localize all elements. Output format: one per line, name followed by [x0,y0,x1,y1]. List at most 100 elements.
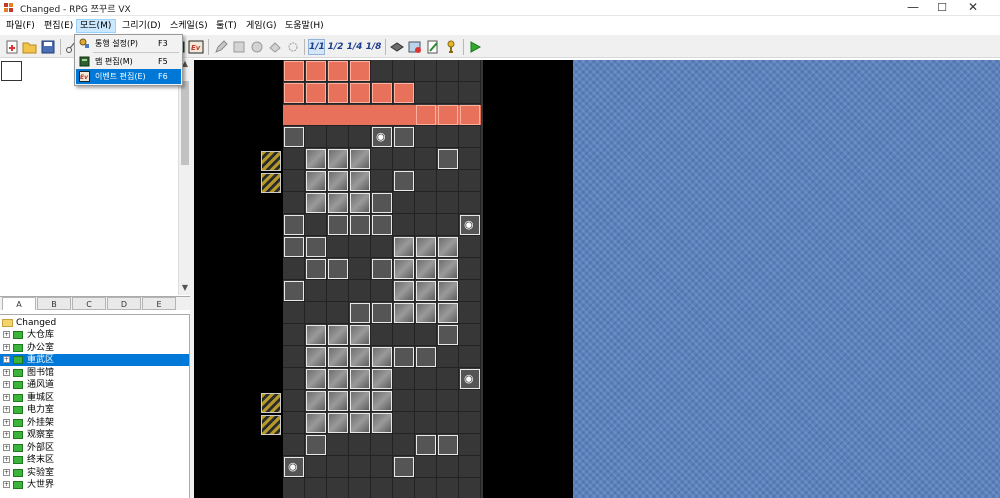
map-tile[interactable] [459,390,481,412]
map-event[interactable] [350,347,370,367]
map-tile[interactable] [393,214,415,236]
map-event[interactable] [306,83,326,103]
map-tile[interactable] [349,434,371,456]
map-tile[interactable] [415,412,437,434]
tree-item-selected[interactable]: + 重武区 [0,354,189,366]
map-event[interactable] [394,83,414,103]
map-event[interactable] [438,325,458,345]
map-event[interactable] [372,303,392,323]
map-event[interactable] [438,259,458,279]
map-tile[interactable] [305,126,327,148]
expand-icon[interactable]: + [3,393,10,401]
map-tile[interactable] [349,456,371,478]
map-event[interactable] [416,105,436,125]
map-event[interactable] [306,259,326,279]
menu-edit[interactable]: 편집(E) [41,19,76,33]
map-tile[interactable] [327,126,349,148]
map-tile[interactable] [437,456,459,478]
expand-icon[interactable]: + [3,381,10,388]
menu-item-passage[interactable]: 통행 설정(P) F3 [76,36,181,51]
map-event[interactable] [328,391,348,411]
map-event-marker[interactable] [261,415,281,435]
tileset-scrollbar[interactable]: ▲ ▼ [178,59,190,295]
map-tile[interactable] [459,170,481,192]
menu-draw[interactable]: 그리기(D) [119,19,164,33]
map-tile[interactable] [459,148,481,170]
map-tile[interactable] [459,192,481,214]
map-tile[interactable] [283,390,305,412]
map-event[interactable] [328,149,348,169]
map-tile[interactable] [393,368,415,390]
tab-b[interactable]: B [37,297,71,310]
map-event[interactable] [350,193,370,213]
map-tile[interactable] [459,434,481,456]
map-tile[interactable] [371,324,393,346]
pencil-icon[interactable] [213,39,229,55]
map-tile[interactable] [459,258,481,280]
map-event[interactable] [328,347,348,367]
map-event[interactable] [438,303,458,323]
map-tile[interactable] [393,412,415,434]
map-event[interactable] [306,347,326,367]
menu-scale[interactable]: 스케일(S) [167,19,211,33]
map-tile[interactable] [327,478,349,498]
map-tile[interactable] [305,214,327,236]
map-tile[interactable] [415,192,437,214]
map-event[interactable] [438,105,458,125]
minimize-button[interactable]: — [898,0,928,16]
map-tile[interactable] [415,368,437,390]
map-event[interactable] [394,281,414,301]
map-tile[interactable] [305,478,327,498]
menu-item-event-edit[interactable]: Ev 이벤트 편집(E) F6 [76,69,181,84]
map-event[interactable] [416,347,436,367]
map-event[interactable] [438,435,458,455]
expand-icon[interactable]: + [3,356,10,363]
map-event[interactable] [460,369,480,389]
map-tile[interactable] [415,324,437,346]
map-event[interactable] [438,149,458,169]
map-tile[interactable] [415,456,437,478]
map-tile[interactable] [459,60,481,82]
tree-item[interactable]: + 办公室 [0,342,189,354]
expand-icon[interactable]: + [3,481,10,488]
map-event[interactable] [416,435,436,455]
map-event[interactable] [284,215,304,235]
map-tile[interactable] [437,368,459,390]
map-tile[interactable] [437,478,459,498]
map-event-marker[interactable] [261,173,281,193]
map-event[interactable] [306,391,326,411]
map-tile[interactable] [327,456,349,478]
map-event[interactable] [350,369,370,389]
map-event[interactable] [394,127,414,147]
map-tile[interactable] [371,456,393,478]
map-tile[interactable] [283,346,305,368]
fill-icon[interactable] [267,39,283,55]
map-tile[interactable] [349,478,371,498]
tab-c[interactable]: C [72,297,106,310]
map-tile[interactable] [393,434,415,456]
scale-1-8-button[interactable]: 1/8 [365,39,382,55]
map-tile[interactable] [437,214,459,236]
tree-root[interactable]: Changed [0,317,189,329]
tab-a[interactable]: A [2,297,36,310]
map-event[interactable] [394,259,414,279]
map-tile[interactable] [305,302,327,324]
map-tile[interactable] [437,390,459,412]
map-tile[interactable] [371,60,393,82]
map-event[interactable] [350,215,370,235]
event-mode-icon[interactable]: Ev [188,39,204,55]
map-tile[interactable] [349,258,371,280]
map-event[interactable] [350,413,370,433]
map-tile[interactable] [393,478,415,498]
map-tile[interactable] [305,456,327,478]
map-tile[interactable] [415,82,437,104]
map-event[interactable] [328,61,348,81]
map-tile[interactable] [393,148,415,170]
map-event[interactable] [416,259,436,279]
map-tile[interactable] [393,60,415,82]
map-event[interactable] [328,215,348,235]
map-tile[interactable] [415,214,437,236]
map-event[interactable] [306,325,326,345]
selected-tile-swatch[interactable] [1,61,22,81]
map-view[interactable] [194,60,1000,498]
